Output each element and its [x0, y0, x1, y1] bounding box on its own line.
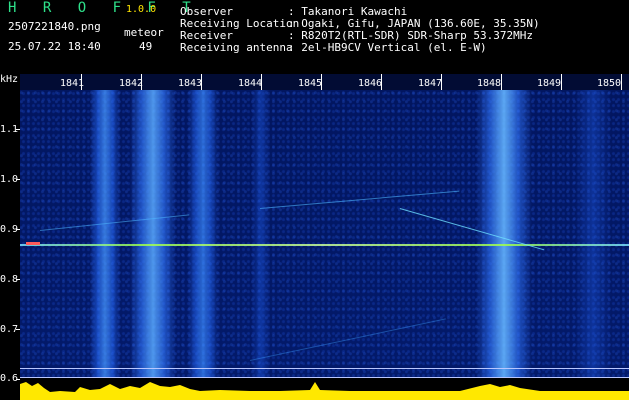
y-axis: kHz 1.1 1.0 0.9 0.8 0.7 0.6	[0, 74, 20, 400]
info-key-antenna: Receiving antenna	[180, 41, 293, 54]
x-tick-label: 1847	[418, 78, 443, 89]
image-filename: 2507221840.png	[8, 20, 101, 33]
meteor-label: meteor	[124, 26, 164, 39]
app-logo: H R O F F T	[8, 0, 200, 16]
app-version: 1.0.0	[126, 4, 157, 15]
x-tick-mark	[81, 74, 82, 90]
meteor-count: 49	[139, 40, 153, 53]
capture-datetime: 25.07.22 18:40	[8, 40, 101, 53]
signal-stripe	[90, 90, 120, 385]
spectrogram-plot	[20, 90, 629, 400]
signal-stripe	[575, 90, 611, 385]
signal-stripe	[188, 90, 218, 385]
x-tick-label: 1844	[238, 78, 263, 89]
x-tick-label: 1849	[537, 78, 562, 89]
meteor-echo	[26, 242, 40, 245]
x-tick-mark	[321, 74, 322, 90]
x-tick-label: 1846	[358, 78, 383, 89]
signal-stripe	[130, 90, 176, 385]
signal-stripe	[252, 90, 270, 385]
x-tick-mark	[381, 74, 382, 90]
x-tick-label: 1848	[477, 78, 502, 89]
x-tick-label: 1850	[597, 78, 622, 89]
x-tick-mark	[141, 74, 142, 90]
reference-line	[20, 368, 629, 369]
x-tick-label: 1843	[178, 78, 203, 89]
x-tick-mark	[561, 74, 562, 90]
x-tick-mark	[441, 74, 442, 90]
carrier-line	[20, 244, 629, 246]
spectrum-bar	[20, 378, 629, 400]
x-tick-mark	[261, 74, 262, 90]
x-tick-mark	[201, 74, 202, 90]
y-axis-unit: kHz	[0, 74, 19, 85]
x-tick-mark	[501, 74, 502, 90]
x-tick-label: 1845	[298, 78, 323, 89]
info-value-antenna: : 2el-HB9CV Vertical (el. E-W)	[288, 41, 487, 54]
x-tick-label: 1842	[119, 78, 144, 89]
x-tick-mark	[621, 74, 622, 90]
header-panel: H R O F F T 1.0.0 2507221840.png meteor …	[0, 0, 629, 74]
